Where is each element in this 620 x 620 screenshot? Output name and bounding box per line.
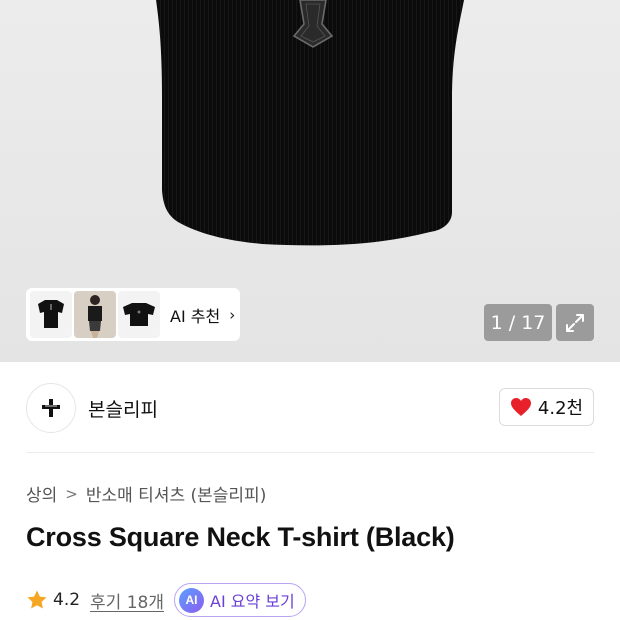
section-divider — [26, 452, 594, 453]
cross-logo-icon — [42, 399, 60, 417]
rating-score: 4.2 — [53, 590, 81, 610]
like-button[interactable]: 4.2천 — [499, 388, 594, 426]
ai-recommend-link[interactable]: AI 추천 › — [170, 303, 235, 327]
brand-row[interactable]: 본슬리피 4.2천 — [26, 382, 594, 434]
expand-button[interactable] — [556, 304, 594, 341]
star-icon — [27, 590, 47, 609]
thumbnail-model-photo[interactable] — [74, 291, 116, 338]
image-counter: 1 / 17 — [484, 304, 552, 341]
chevron-right-icon: › — [229, 305, 236, 324]
breadcrumb-item-category[interactable]: 상의 — [26, 481, 57, 506]
heart-icon — [510, 398, 531, 416]
expand-icon — [566, 313, 584, 332]
reviews-link[interactable]: 후기 18개 — [90, 588, 164, 613]
thumbnail-shirt-front[interactable] — [30, 291, 72, 338]
rating-row: 4.2 후기 18개 AI AI 요약 보기 — [26, 583, 306, 617]
shirt-thumb-icon — [38, 299, 64, 328]
ai-recommend-strip[interactable]: AI 추천 › — [26, 288, 240, 341]
ai-summary-button[interactable]: AI AI 요약 보기 — [174, 583, 306, 617]
ai-recommend-label: AI 추천 — [170, 306, 221, 326]
breadcrumb-item-subcategory[interactable]: 반소매 티셔츠 (본슬리피) — [86, 481, 266, 506]
product-image-gallery[interactable]: AI 추천 › 1 / 17 — [0, 0, 620, 362]
breadcrumb-separator: > — [65, 484, 78, 503]
brand-name[interactable]: 본슬리피 — [88, 395, 158, 422]
breadcrumb: 상의 > 반소매 티셔츠 (본슬리피) — [26, 481, 266, 507]
model-thumb-icon — [74, 291, 116, 338]
shirt-flat-thumb-icon — [123, 302, 155, 326]
thumbnail-shirt-flat[interactable] — [118, 291, 160, 338]
ai-summary-label: AI 요약 보기 — [210, 592, 295, 611]
like-count: 4.2천 — [537, 398, 584, 419]
product-title: Cross Square Neck T-shirt (Black) — [26, 522, 455, 552]
ai-badge-icon: AI — [179, 587, 205, 613]
brand-logo[interactable] — [26, 383, 76, 433]
